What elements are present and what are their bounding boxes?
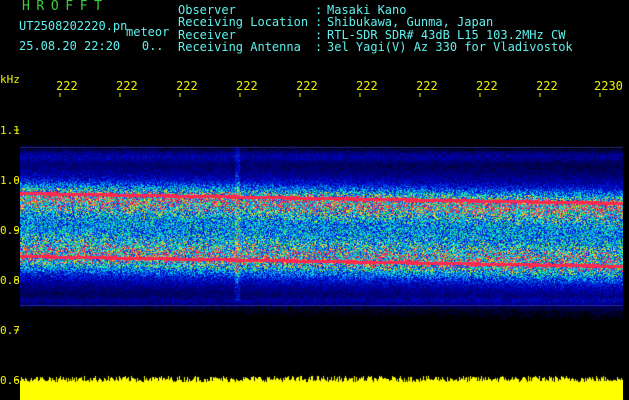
extra-value: 0.. <box>141 39 164 53</box>
x-tick-label: 222 <box>176 79 198 93</box>
y-axis-unit: kHz <box>0 73 20 86</box>
x-tick-label: 222 <box>356 79 378 93</box>
x-tick-label: 222 <box>476 79 498 93</box>
x-tick-label: 222 <box>536 79 558 93</box>
y-tick-label: 1.0 <box>0 174 20 187</box>
colon: : <box>315 15 323 30</box>
brand-title: HROFFT <box>22 0 109 14</box>
info-labels: Observer Receiving Location Receiver Rec… <box>178 4 308 54</box>
x-tick-label: 222 <box>236 79 258 93</box>
spectrogram <box>20 96 623 400</box>
x-tick-label: 222 <box>116 79 138 93</box>
x-tick-label: 222 <box>56 79 78 93</box>
x-tick-label: 2230 <box>594 79 623 93</box>
mode-label: meteor <box>126 25 170 39</box>
y-tick-label: 0.7 <box>0 324 20 337</box>
y-tick-label: 1.1 <box>0 124 20 137</box>
date-time-value: 25.08.20 22:20 <box>19 39 121 53</box>
antenna-value: 3el Yagi(V) Az 330 for Vladivostok <box>327 40 573 55</box>
file-name: UT2508202220.pn <box>19 19 128 33</box>
antenna-label: Receiving Antenna <box>178 40 301 55</box>
colon: : <box>315 40 323 55</box>
y-tick-label: 0.9 <box>0 224 20 237</box>
info-colons: : : : : <box>315 4 322 54</box>
info-values: Masaki Kano Shibukawa, Gunma, Japan RTL-… <box>327 4 573 54</box>
y-tick-label: 0.6 <box>0 374 20 387</box>
location-label: Receiving Location <box>178 15 309 30</box>
location-value: Shibukawa, Gunma, Japan <box>327 15 494 30</box>
x-tick-label: 222 <box>296 79 318 93</box>
x-tick-label: 222 <box>416 79 438 93</box>
y-tick-label: 0.8 <box>0 274 20 287</box>
date-time: 25.08.20 22:20 0.. <box>19 40 164 52</box>
